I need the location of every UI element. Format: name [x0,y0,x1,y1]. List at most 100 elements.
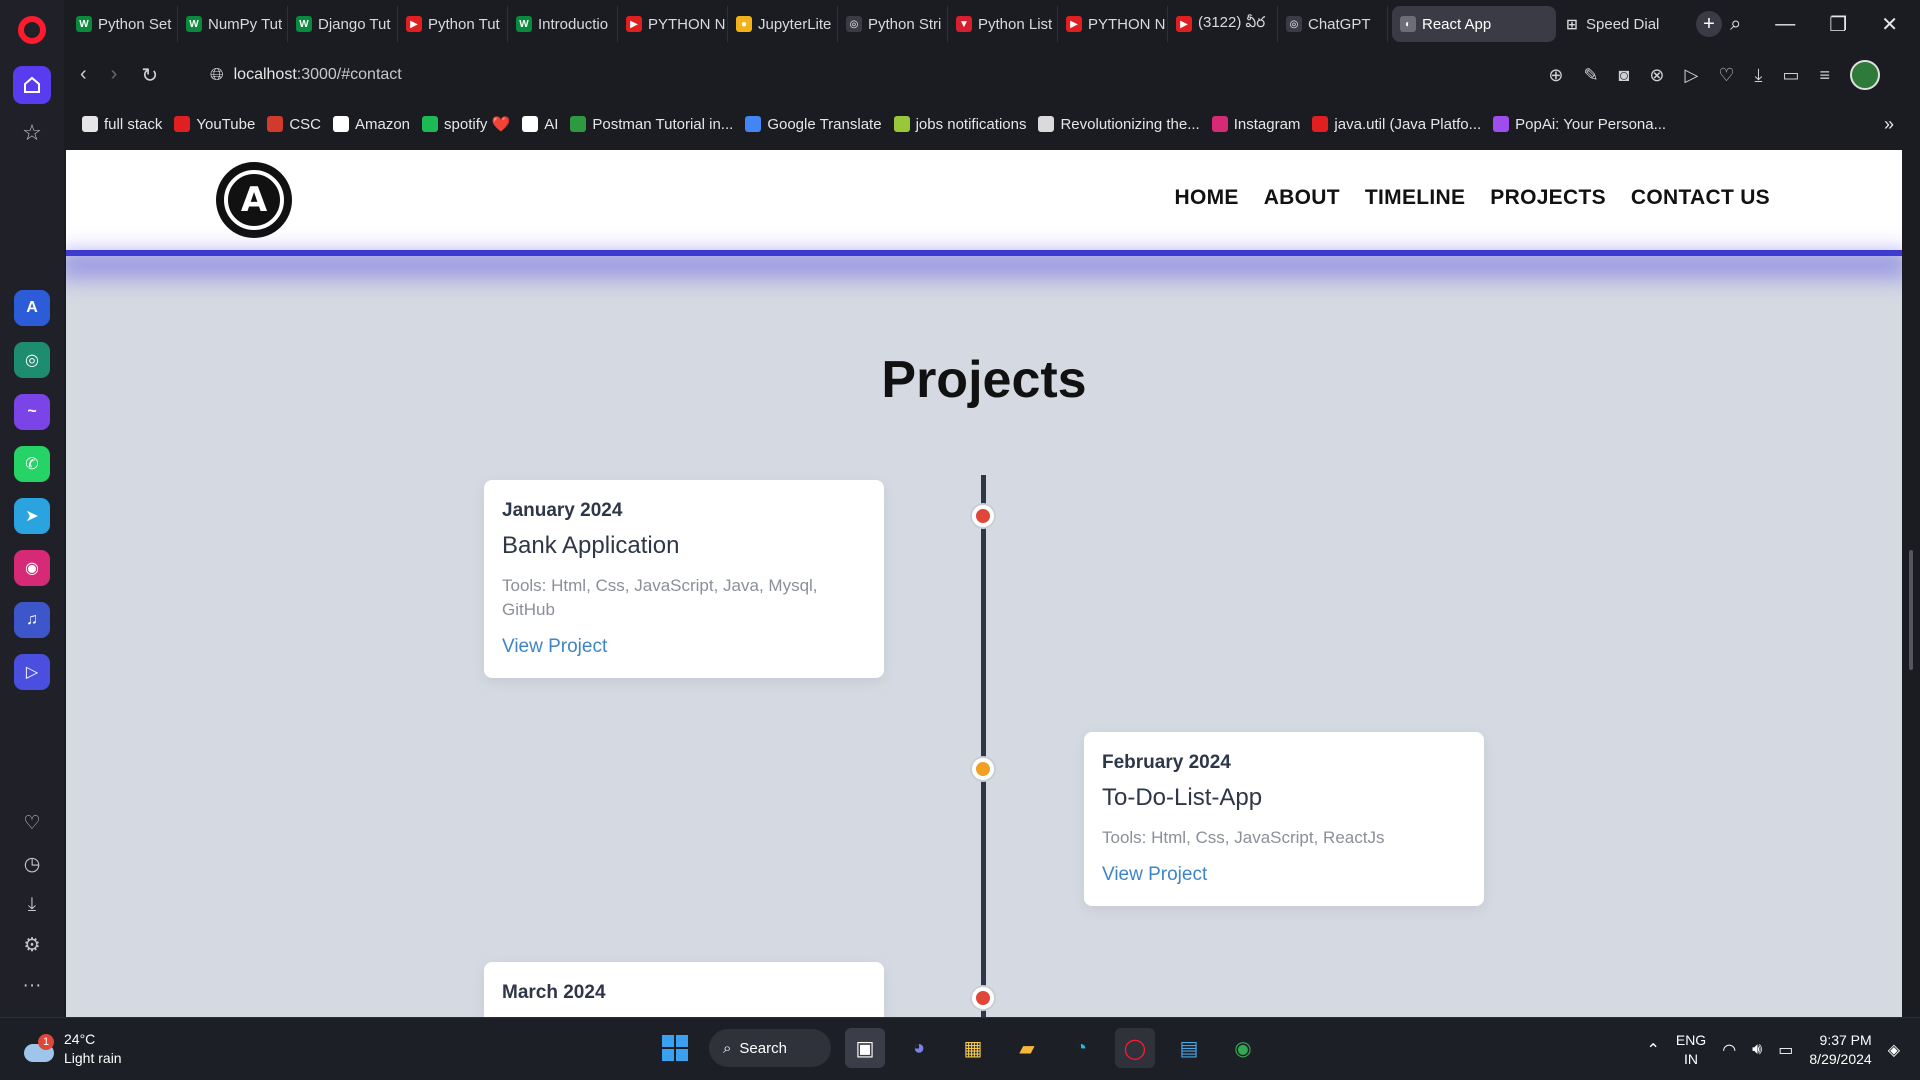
show-hidden-icons-icon[interactable]: ⌃ [1646,1040,1659,1060]
nav-link-about[interactable]: ABOUT [1264,186,1340,210]
bookmark-item[interactable]: AI [522,116,558,133]
task-view-icon[interactable]: ▣ [845,1028,885,1068]
scrollbar-thumb[interactable] [1909,550,1913,670]
teams-chat-icon[interactable]: ◕ [899,1028,939,1068]
bookmark-item[interactable]: Amazon [332,116,410,133]
clock[interactable]: 9:37 PM 8/29/2024 [1809,1031,1871,1069]
view-project-link[interactable]: View Project [502,636,866,658]
profile-avatar[interactable] [1850,60,1880,90]
telegram-icon[interactable]: ➤ [14,498,50,534]
site-logo[interactable]: A [216,162,292,238]
taskbar: 1 24°C Light rain ⌕ Search ▣ ◕ ▦ ▰ ◔ ◯ ▤… [0,1017,1920,1080]
zoom-icon[interactable]: ⊕ [1548,65,1563,86]
page-scrollbar[interactable] [1904,150,1918,1018]
bookmark-item[interactable]: Revolutionizing the... [1038,116,1200,133]
opera-taskbar-icon[interactable]: ◯ [1115,1028,1155,1068]
whatsapp-icon[interactable]: ✆ [14,446,50,482]
bookmarks-bar: full stack YouTube CSC Amazon spotify ❤️ AI Po… [64,108,1920,140]
more-bookmarks-icon[interactable]: » [1884,114,1894,135]
more-icon[interactable]: ··· [23,975,42,997]
new-tab-button[interactable]: + [1696,11,1722,37]
file-explorer-icon[interactable]: ▰ [1007,1028,1047,1068]
instagram-icon[interactable]: ◉ [14,550,50,586]
tab-speed-dial[interactable]: ⊞ Speed Dial [1556,6,1688,42]
chatgpt-icon[interactable]: ◎ [14,342,50,378]
adblock-icon[interactable]: ⊗ [1649,65,1664,86]
home-icon[interactable] [13,66,51,104]
view-project-link[interactable]: View Project [1102,864,1466,886]
browser-tab[interactable]: ● JupyterLite [728,6,838,42]
edit-icon[interactable]: ✎ [1583,65,1598,86]
send-icon[interactable]: ▷ [1685,65,1699,86]
settings-gear-icon[interactable]: ⚙ [23,934,40,957]
reload-icon[interactable]: ↻ [141,63,158,88]
bookmark-icon [1211,116,1228,132]
edge-icon[interactable]: ◔ [1061,1028,1101,1068]
easy-setup-icon[interactable]: ≡ [1819,65,1830,86]
weather-widget[interactable]: 1 24°C Light rain [22,1030,122,1068]
nav-link-timeline[interactable]: TIMELINE [1365,186,1465,210]
star-icon[interactable]: ☆ [22,120,42,146]
browser-tab[interactable]: ◎ Python Stri [838,6,948,42]
browser-tab[interactable]: ▼ Python List [948,6,1058,42]
taskbar-search-button[interactable]: ⌕ Search [709,1029,831,1067]
forward-icon[interactable]: › [111,63,118,88]
aria-icon[interactable]: A [14,290,50,326]
bookmark-item[interactable]: Google Translate [745,116,882,133]
music-player-icon[interactable]: ♫ [14,602,50,638]
nav-link-home[interactable]: HOME [1175,186,1239,210]
browser-tab[interactable]: ◎ ChatGPT [1278,6,1388,42]
bookmark-item[interactable]: YouTube [174,116,255,133]
nav-link-projects[interactable]: PROJECTS [1490,186,1606,210]
opera-logo-icon[interactable] [18,16,46,44]
notepad-icon[interactable]: ▤ [1169,1028,1209,1068]
language-indicator[interactable]: ENG IN [1676,1031,1706,1069]
bookmark-item[interactable]: spotify ❤️ [422,115,510,133]
player-icon[interactable]: ▷ [14,654,50,690]
project-card: January 2024 Bank Application Tools: Htm… [484,480,884,678]
close-window-icon[interactable]: ✕ [1881,12,1898,37]
notifications-icon[interactable]: ◈ [1888,1040,1900,1060]
tab-favicon-icon: ▶ [1176,16,1192,32]
bookmark-item[interactable]: jobs notifications [893,116,1026,133]
bookmark-item[interactable]: PopAi: Your Persona... [1493,116,1666,133]
browser-tab[interactable]: ▶ PYTHON N [618,6,728,42]
tab-favicon-icon: W [296,16,312,32]
url-field[interactable]: 🌐︎ localhost:3000/#contact [210,65,402,85]
back-icon[interactable]: ‹ [80,63,87,88]
browser-tab[interactable]: ▶ (3122) వీర [1168,6,1278,42]
browser-tab[interactable]: W NumPy Tut [178,6,288,42]
bookmark-item[interactable]: full stack [82,116,162,133]
history-icon[interactable]: ◷ [24,853,41,876]
nav-link-contact-us[interactable]: CONTACT US [1631,186,1770,210]
browser-tab[interactable]: W Django Tut [288,6,398,42]
store-icon[interactable]: ▦ [953,1028,993,1068]
bookmark-item[interactable]: Postman Tutorial in... [570,116,733,133]
chrome-icon[interactable]: ◉ [1223,1028,1263,1068]
battery-icon[interactable]: ▭ [1778,1040,1793,1060]
search-tabs-icon[interactable]: ⌕ [1730,13,1741,36]
tab-favicon-icon: ◎ [846,16,862,32]
minimize-icon[interactable]: — [1775,13,1795,36]
restore-icon[interactable]: ❐ [1829,12,1847,37]
heart-icon[interactable]: ♡ [1718,65,1734,86]
browser-tab[interactable]: W Introductio [508,6,618,42]
bookmark-item[interactable]: CSC [267,116,321,133]
browser-tab[interactable]: ▶ PYTHON N [1058,6,1168,42]
browser-tab[interactable]: W Python Set [68,6,178,42]
download-icon[interactable]: ⤓ [1755,65,1763,86]
volume-icon[interactable]: 🔊︎ [1752,1041,1762,1059]
heart-icon[interactable]: ♡ [23,812,40,835]
windows-start-icon[interactable] [655,1028,695,1068]
bookmark-item[interactable]: Instagram [1211,116,1300,133]
bookmark-icon [267,116,284,132]
bookmark-item[interactable]: java.util (Java Platfo... [1312,116,1481,133]
battery-saver-icon[interactable]: ▭ [1782,65,1799,86]
messenger-icon[interactable]: ~ [14,394,50,430]
wifi-icon[interactable]: ◠ [1722,1040,1736,1060]
snapshot-icon[interactable]: ◙ [1619,65,1630,86]
download-icon[interactable]: ⤓ [28,894,36,916]
tab-react-app[interactable]: ◐ React App [1392,6,1556,42]
browser-tab[interactable]: ▶ Python Tut [398,6,508,42]
bookmark-icon [332,116,349,132]
